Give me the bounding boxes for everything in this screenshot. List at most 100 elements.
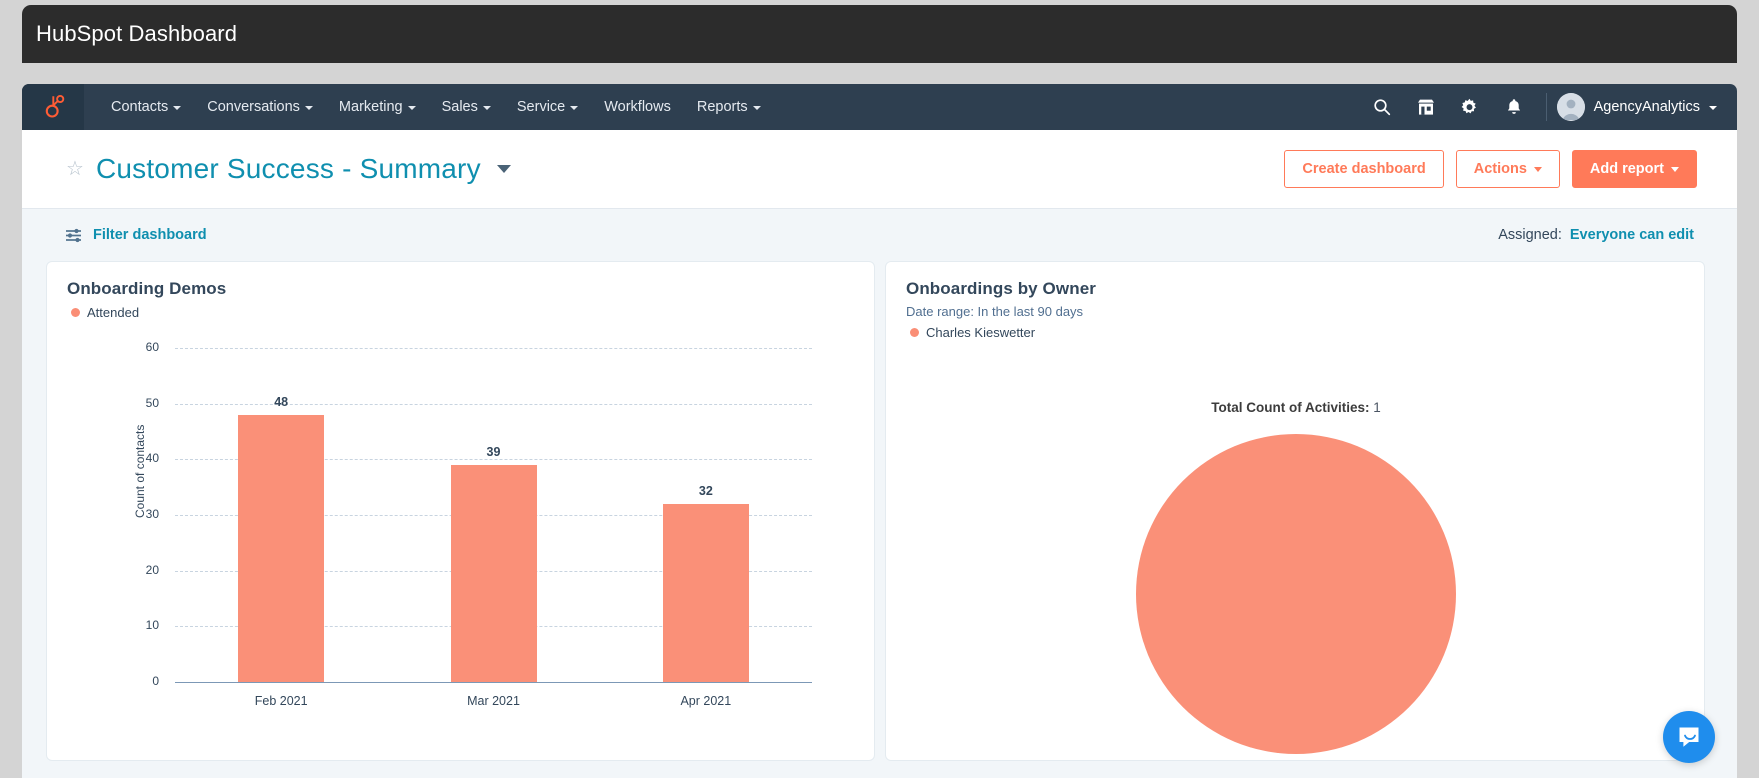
nav-items: Contacts Conversations Marketing Sales S… bbox=[84, 84, 774, 130]
report-cards: Onboarding Demos Attended Count of conta… bbox=[46, 261, 1713, 761]
chevron-down-icon bbox=[570, 106, 579, 110]
report-card-onboardings-by-owner[interactable]: Onboardings by Owner Date range: In the … bbox=[885, 261, 1705, 761]
nav-item-sales[interactable]: Sales bbox=[429, 84, 504, 130]
user-avatar-icon bbox=[1556, 93, 1585, 121]
gridline bbox=[175, 348, 812, 349]
chart-legend[interactable]: Charles Kieswetter bbox=[906, 325, 1684, 340]
account-name: AgencyAnalytics bbox=[1593, 99, 1700, 115]
nav-item-contacts[interactable]: Contacts bbox=[98, 84, 194, 130]
favorite-star-icon[interactable]: ☆ bbox=[66, 159, 84, 179]
chevron-down-icon bbox=[1709, 106, 1717, 110]
legend-color-swatch bbox=[910, 328, 919, 337]
chevron-down-icon bbox=[1533, 166, 1542, 172]
marketplace-icon bbox=[1417, 99, 1434, 115]
chat-bubble-icon bbox=[1679, 727, 1699, 747]
assigned-value-link[interactable]: Everyone can edit bbox=[1570, 227, 1694, 243]
search-icon bbox=[1373, 99, 1390, 116]
settings-button[interactable] bbox=[1448, 84, 1492, 130]
gridline bbox=[175, 403, 812, 405]
y-axis-tick-label: 10 bbox=[145, 618, 159, 633]
hubspot-sprocket-icon bbox=[45, 94, 65, 118]
nav-item-label: Sales bbox=[441, 99, 478, 115]
window-title-bar: HubSpot Dashboard bbox=[22, 5, 1737, 63]
card-header: Onboardings by Owner Date range: In the … bbox=[886, 262, 1704, 340]
account-menu[interactable]: AgencyAnalytics bbox=[1556, 93, 1721, 121]
window-title: HubSpot Dashboard bbox=[36, 21, 238, 46]
chevron-down-icon bbox=[482, 106, 491, 110]
x-axis-tick-label: Apr 2021 bbox=[680, 694, 732, 708]
bar-feb-2021[interactable] bbox=[238, 414, 325, 682]
bar-mar-2021[interactable] bbox=[450, 464, 537, 682]
page-title[interactable]: Customer Success - Summary bbox=[96, 153, 481, 185]
y-axis-tick-label: 0 bbox=[152, 674, 159, 688]
actions-label: Actions bbox=[1473, 161, 1527, 177]
add-report-label: Add report bbox=[1589, 161, 1664, 177]
report-card-onboarding-demos[interactable]: Onboarding Demos Attended Count of conta… bbox=[46, 261, 875, 761]
nav-item-reports[interactable]: Reports bbox=[684, 84, 774, 130]
chevron-down-icon bbox=[752, 106, 761, 110]
bar-apr-2021[interactable] bbox=[662, 503, 749, 682]
nav-item-label: Reports bbox=[696, 99, 748, 115]
dashboard-switcher-chevron-icon[interactable] bbox=[496, 165, 511, 173]
search-button[interactable] bbox=[1360, 84, 1404, 130]
notifications-bell-icon bbox=[1507, 99, 1520, 114]
plot-area: 48 Feb 2021 39 Mar 2021 32 Apr 2021 bbox=[175, 320, 812, 735]
x-axis-tick-label: Feb 2021 bbox=[254, 694, 308, 708]
bar-value-label: 39 bbox=[486, 444, 501, 459]
marketplace-button[interactable] bbox=[1404, 84, 1448, 130]
card-subtitle: Date range: In the last 90 days bbox=[906, 304, 1084, 319]
nav-item-label: Conversations bbox=[207, 99, 300, 115]
pie-chart: Total Count of Activities: 1 bbox=[886, 340, 1704, 755]
avatar bbox=[1556, 93, 1585, 121]
create-dashboard-button[interactable]: Create dashboard bbox=[1284, 150, 1444, 188]
actions-button[interactable]: Actions bbox=[1455, 150, 1560, 188]
dashboard-toolbar: Filter dashboard Assigned: Everyone can … bbox=[46, 209, 1713, 261]
nav-item-workflows[interactable]: Workflows bbox=[591, 84, 684, 130]
settings-gear-icon bbox=[1461, 98, 1477, 113]
notifications-button[interactable] bbox=[1492, 84, 1536, 130]
y-axis-tick-label: 20 bbox=[145, 562, 159, 577]
bar-value-label: 48 bbox=[274, 394, 289, 409]
chart-legend[interactable]: Attended bbox=[67, 305, 854, 320]
x-axis-tick-label: Mar 2021 bbox=[467, 694, 520, 708]
nav-item-label: Service bbox=[516, 99, 566, 115]
y-axis-tick-label: 60 bbox=[145, 340, 159, 354]
hubspot-logo-button[interactable] bbox=[22, 84, 84, 130]
card-title: Onboarding Demos bbox=[67, 279, 227, 298]
pie-total-value: 1 bbox=[1373, 400, 1381, 415]
x-axis-line bbox=[175, 682, 812, 683]
pie-slice-charles-kieswetter[interactable] bbox=[1136, 434, 1456, 754]
legend-label: Attended bbox=[87, 305, 140, 320]
nav-item-marketing[interactable]: Marketing bbox=[326, 84, 429, 130]
y-axis-ticks: 0 10 20 30 40 50 60 bbox=[125, 320, 159, 735]
assigned-label: Assigned: bbox=[1498, 227, 1562, 243]
dashboard-body: Filter dashboard Assigned: Everyone can … bbox=[22, 209, 1737, 778]
bar-value-label: 32 bbox=[698, 483, 713, 498]
filter-dashboard-label: Filter dashboard bbox=[93, 227, 207, 243]
nav-divider bbox=[1545, 93, 1547, 121]
card-title: Onboardings by Owner bbox=[906, 279, 1096, 298]
nav-item-service[interactable]: Service bbox=[504, 84, 591, 130]
nav-item-label: Marketing bbox=[338, 99, 403, 115]
header-actions: Create dashboard Actions Add report bbox=[1284, 150, 1697, 188]
hubspot-app: Contacts Conversations Marketing Sales S… bbox=[22, 84, 1737, 778]
nav-item-label: Workflows bbox=[604, 99, 671, 115]
pie-total-label: Total Count of Activities: bbox=[1211, 400, 1370, 415]
top-navigation-bar: Contacts Conversations Marketing Sales S… bbox=[22, 84, 1737, 130]
y-axis-tick-label: 50 bbox=[145, 395, 159, 410]
card-header: Onboarding Demos Attended bbox=[47, 262, 874, 320]
y-axis-tick-label: 40 bbox=[145, 451, 159, 466]
filter-dashboard-button[interactable]: Filter dashboard bbox=[65, 227, 207, 243]
dashboard-header: ☆ Customer Success - Summary Create dash… bbox=[22, 130, 1737, 209]
bar-chart: Count of contacts 0 10 20 30 40 50 60 48 Feb 20… bbox=[47, 320, 874, 735]
screenshot-root: HubSpot Dashboard Contacts Conversations bbox=[0, 0, 1759, 778]
y-axis-tick-label: 30 bbox=[145, 507, 159, 521]
filter-sliders-icon bbox=[66, 228, 81, 242]
chat-widget-button[interactable] bbox=[1663, 711, 1715, 763]
nav-item-conversations[interactable]: Conversations bbox=[194, 84, 326, 130]
nav-item-label: Contacts bbox=[111, 99, 169, 115]
chevron-down-icon bbox=[173, 106, 182, 110]
legend-label: Charles Kieswetter bbox=[926, 325, 1036, 340]
add-report-button[interactable]: Add report bbox=[1571, 150, 1697, 188]
chevron-down-icon bbox=[1671, 166, 1679, 172]
